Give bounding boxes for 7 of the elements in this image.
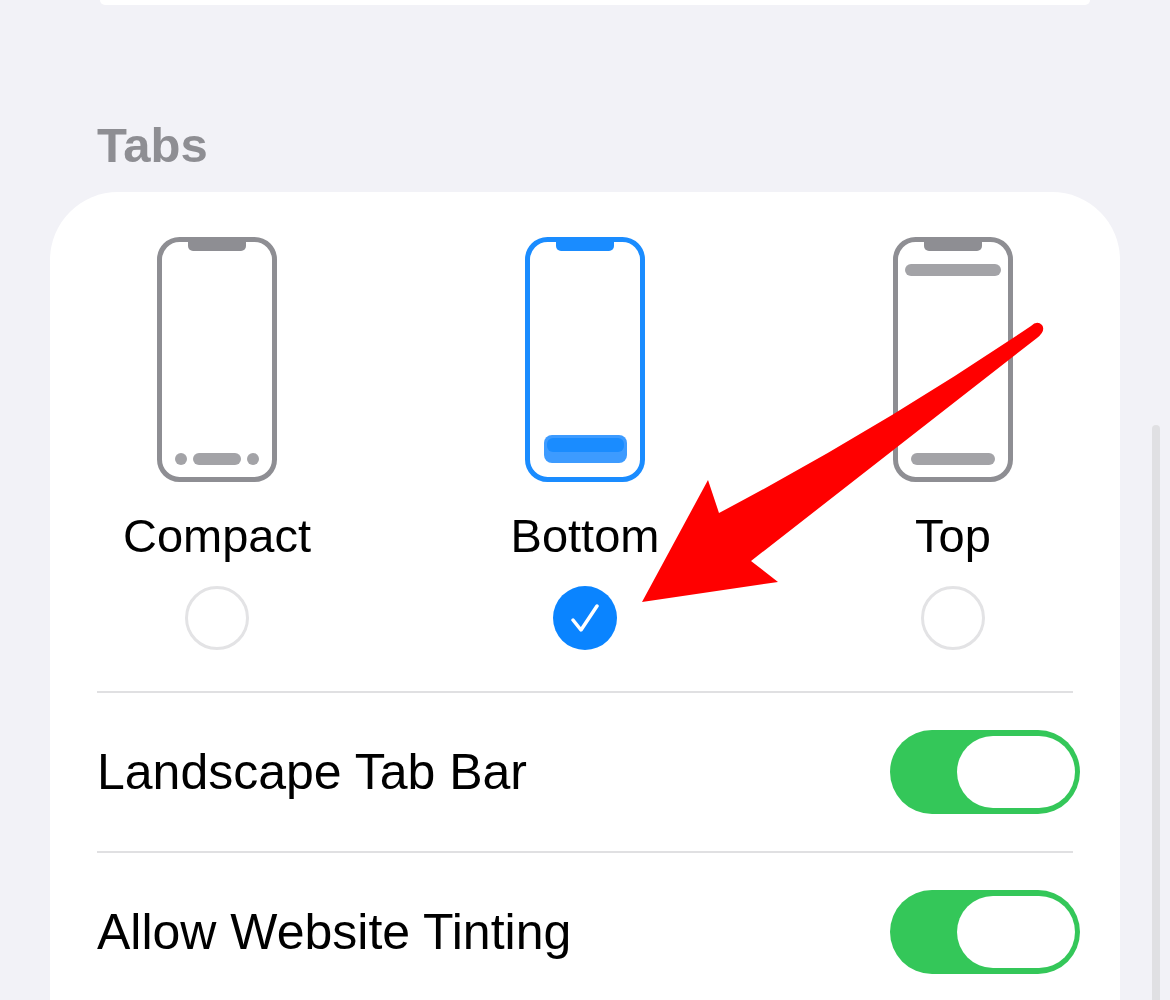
option-label: Bottom (510, 508, 660, 564)
checkmark-icon (571, 604, 599, 632)
option-label: Compact (122, 508, 312, 564)
setting-label: Landscape Tab Bar (97, 743, 527, 802)
setting-label: Allow Website Tinting (97, 903, 572, 962)
section-header: Tabs (97, 117, 208, 174)
option-label: Top (915, 508, 991, 564)
